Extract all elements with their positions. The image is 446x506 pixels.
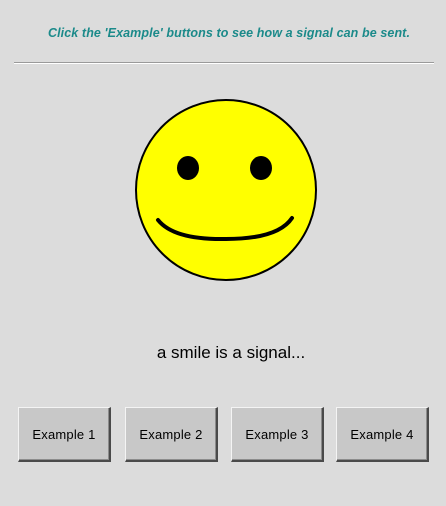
- example-2-label: Example 2: [139, 426, 203, 442]
- instruction-text: Click the 'Example' buttons to see how a…: [47, 26, 411, 40]
- smiley-face: [135, 99, 317, 281]
- example-1-button[interactable]: Example 1: [18, 407, 111, 462]
- example-4-button[interactable]: Example 4: [336, 407, 429, 462]
- caption-text: a smile is a signal...: [156, 343, 306, 362]
- example-4-label: Example 4: [350, 426, 414, 442]
- example-1-label: Example 1: [32, 426, 96, 442]
- smiley-right-eye: [250, 156, 272, 180]
- divider: [14, 62, 434, 64]
- smiley-face-icon: [135, 99, 317, 281]
- example-3-label: Example 3: [245, 426, 309, 442]
- smiley-left-eye: [177, 156, 199, 180]
- example-2-button[interactable]: Example 2: [125, 407, 218, 462]
- example-3-button[interactable]: Example 3: [231, 407, 324, 462]
